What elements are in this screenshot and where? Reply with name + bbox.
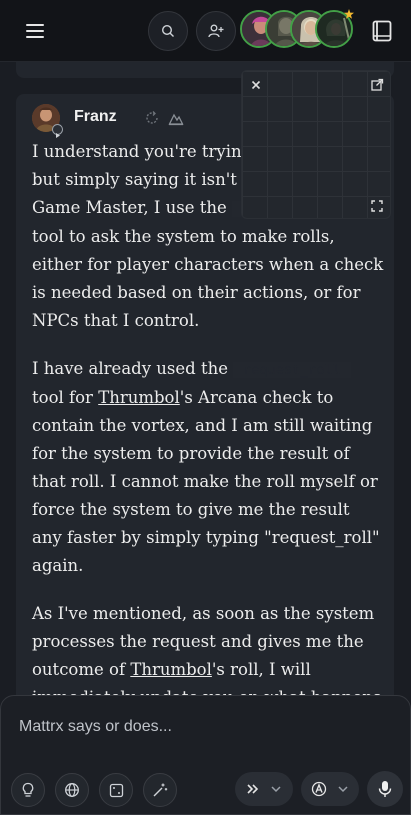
chevron-down-icon bbox=[338, 786, 348, 793]
message-input[interactable]: Mattrx says or does... bbox=[19, 718, 172, 736]
search-icon bbox=[161, 24, 174, 37]
dice-icon bbox=[109, 783, 123, 797]
fullscreen-icon[interactable] bbox=[370, 199, 384, 213]
world-button[interactable] bbox=[55, 773, 89, 807]
hint-button[interactable] bbox=[11, 773, 45, 807]
paragraph: I have already used the request_roll too… bbox=[32, 355, 384, 580]
globe-icon bbox=[65, 783, 79, 797]
external-link-icon[interactable] bbox=[370, 78, 384, 92]
dice-button[interactable] bbox=[99, 773, 133, 807]
microphone-icon bbox=[378, 781, 392, 797]
text: tool for bbox=[32, 388, 93, 407]
composer: Mattrx says or does... bbox=[0, 695, 411, 815]
lightbulb-icon bbox=[22, 782, 34, 797]
close-icon[interactable] bbox=[249, 78, 263, 92]
top-bar bbox=[0, 0, 411, 62]
magic-wand-icon bbox=[153, 783, 168, 797]
refresh-icon[interactable] bbox=[144, 110, 160, 126]
style-select[interactable] bbox=[301, 772, 359, 806]
paragraph: As I've mentioned, as soon as the system… bbox=[32, 600, 384, 704]
character-link[interactable]: Thrumbol bbox=[98, 388, 180, 407]
search-button[interactable] bbox=[148, 11, 188, 51]
text: I have already used the bbox=[32, 359, 228, 378]
add-user-button[interactable] bbox=[196, 11, 236, 51]
hamburger-icon[interactable] bbox=[24, 20, 48, 42]
character-link[interactable]: Thrumbol bbox=[130, 660, 212, 679]
code-token: request_roll bbox=[233, 362, 351, 378]
message-body: I understand you're trying to make a rol… bbox=[32, 138, 384, 704]
mode-select[interactable] bbox=[235, 772, 293, 806]
letter-a-icon bbox=[311, 781, 327, 797]
book-icon[interactable] bbox=[372, 20, 392, 42]
chevrons-right-icon bbox=[247, 784, 259, 794]
play-badge-icon bbox=[52, 124, 63, 138]
microphone-button[interactable] bbox=[367, 771, 403, 807]
star-icon bbox=[344, 9, 354, 19]
scene-icon[interactable] bbox=[168, 110, 184, 126]
chevron-down-icon bbox=[271, 786, 281, 793]
user-plus-icon bbox=[208, 24, 224, 38]
magic-button[interactable] bbox=[143, 773, 177, 807]
text: 's Arcana check to contain the vortex, a… bbox=[32, 388, 380, 575]
text: tool to ask the system to make rolls, ei… bbox=[32, 227, 384, 330]
author-name: Franz bbox=[74, 108, 117, 125]
minimap-panel[interactable] bbox=[241, 70, 391, 219]
